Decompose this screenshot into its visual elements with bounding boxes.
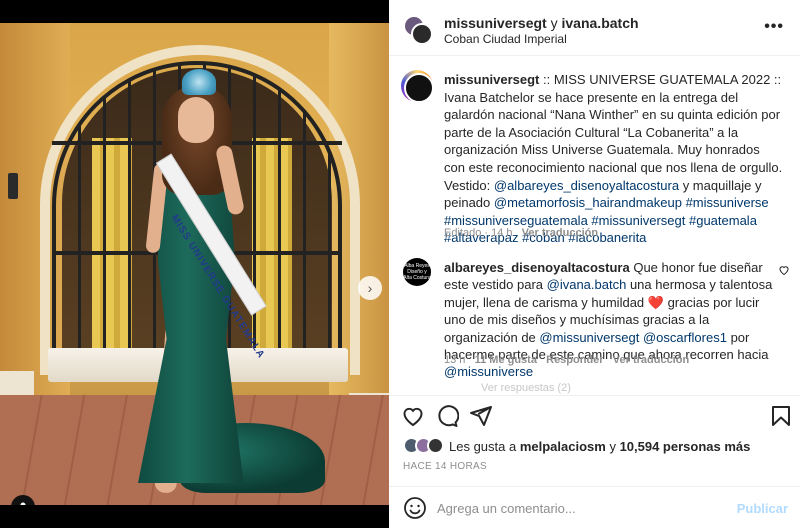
hashtag-link[interactable]: #missuniverse xyxy=(686,195,769,210)
hashtag-link[interactable]: #guatemala xyxy=(689,213,757,228)
like-comment-heart-icon[interactable] xyxy=(778,264,790,276)
likes-summary: Les gusta a melpalaciosm y 10,594 person… xyxy=(449,439,750,454)
post-time: HACE 14 HORAS xyxy=(403,461,487,472)
chevron-right-icon: › xyxy=(367,280,373,296)
like-heart-icon[interactable] xyxy=(401,404,425,428)
comments-scroll[interactable]: missuniversegt :: MISS UNIVERSE GUATEMAL… xyxy=(389,57,800,394)
action-bar xyxy=(389,395,800,435)
hashtag-link[interactable]: #missuniversegt xyxy=(591,213,685,228)
publish-button[interactable]: Publicar xyxy=(737,501,788,516)
face xyxy=(178,97,214,143)
likes-count-link[interactable]: 10,594 personas más xyxy=(620,439,751,454)
mention-link[interactable]: @albareyes_disenoyaltacostura xyxy=(494,178,679,193)
author-username-link[interactable]: missuniversegt xyxy=(444,15,547,31)
person-icon xyxy=(20,502,26,505)
comment-meta: 13 h 11 Me gusta Responder Ver traducció… xyxy=(444,354,689,366)
add-comment-bar: Agrega un comentario... Publicar xyxy=(389,486,800,528)
avatar[interactable] xyxy=(401,70,434,103)
likes-conjunction: y xyxy=(605,439,620,454)
comment-likes[interactable]: 11 Me gusta xyxy=(475,354,537,366)
caption-meta: Editado · 14 h Ver traducción xyxy=(444,227,598,239)
save-bookmark-icon[interactable] xyxy=(769,404,793,428)
likes-prefix: Les gusta a xyxy=(449,439,520,454)
reply-button[interactable]: Responder xyxy=(546,354,603,366)
author-username-link[interactable]: ivana.batch xyxy=(562,15,639,31)
collab-avatars[interactable] xyxy=(403,15,433,45)
edited-time: Editado · 14 h xyxy=(444,227,513,239)
caption-username[interactable]: missuniversegt xyxy=(444,72,539,87)
more-horizontal-icon: ••• xyxy=(764,18,784,35)
post-caption: missuniversegt :: MISS UNIVERSE GUATEMAL… xyxy=(444,71,784,247)
next-photo-button[interactable]: › xyxy=(358,276,382,300)
mention-link[interactable]: @oscarflores1 xyxy=(643,330,727,345)
emoji-icon[interactable] xyxy=(403,496,427,520)
avatar[interactable]: Alba Reyes Diseño y Alta Costura xyxy=(403,258,431,286)
comment-icon[interactable] xyxy=(435,404,459,428)
wall-lamp xyxy=(8,173,18,199)
post-side-panel: missuniversegt y ivana.batch Coban Ciuda… xyxy=(389,0,800,528)
authors-conjunction: y xyxy=(546,15,562,31)
crown xyxy=(182,69,216,95)
post-photo[interactable]: MISS UNIVERSE GUATEMALA › xyxy=(0,23,389,505)
avatar xyxy=(411,23,433,45)
liker-username-link[interactable]: melpalaciosm xyxy=(520,439,606,454)
translate-link[interactable]: Ver traducción xyxy=(613,354,689,366)
share-icon[interactable] xyxy=(469,404,493,428)
comment-username[interactable]: albareyes_disenoyaltacostura xyxy=(444,260,630,275)
post-authors: missuniversegt y ivana.batch xyxy=(444,15,639,31)
more-options-button[interactable]: ••• xyxy=(764,18,784,36)
translate-link[interactable]: Ver traducción xyxy=(522,227,598,239)
mention-link[interactable]: @metamorfosis_hairandmakeup xyxy=(494,195,682,210)
likers-avatars xyxy=(403,437,445,455)
avatar xyxy=(427,437,444,454)
red-heart-emoji: ❤️ xyxy=(647,294,664,310)
mention-link[interactable]: @missuniversegt xyxy=(539,330,639,345)
post-header: missuniversegt y ivana.batch Coban Ciuda… xyxy=(389,0,800,56)
hashtag-link[interactable]: #missuniverseguatemala xyxy=(444,213,588,228)
mention-link[interactable]: @missuniverse xyxy=(444,364,533,379)
mention-link[interactable]: @ivana.batch xyxy=(547,277,627,292)
location-link[interactable]: Coban Ciudad Imperial xyxy=(444,32,567,46)
caption-text: :: MISS UNIVERSE GUATEMALA 2022 :: Ivana… xyxy=(444,72,783,193)
woman-figure: MISS UNIVERSE GUATEMALA xyxy=(120,63,325,503)
comment-input[interactable]: Agrega un comentario... xyxy=(437,501,576,516)
view-replies-button[interactable]: Ver respuestas (2) xyxy=(481,382,571,394)
comment-time: 13 h xyxy=(444,354,466,366)
